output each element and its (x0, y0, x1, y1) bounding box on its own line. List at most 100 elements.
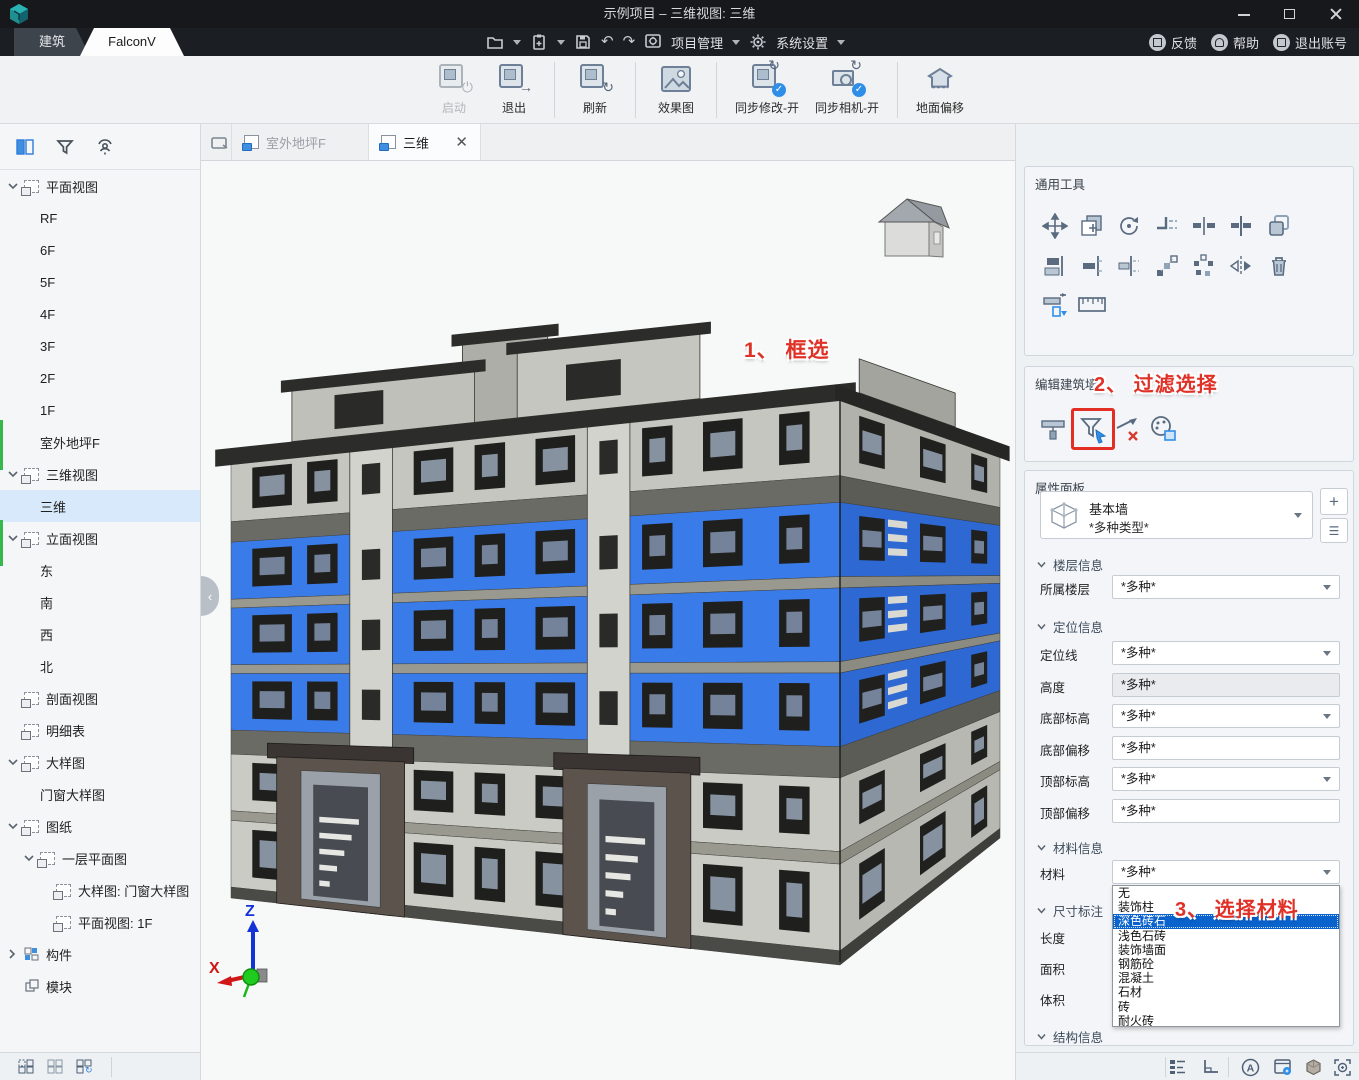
redo-icon[interactable]: ↷ (623, 33, 636, 51)
type-selector[interactable]: 基本墙 *多种类型* (1040, 491, 1313, 539)
array-linear-tool[interactable] (1152, 251, 1182, 281)
panel-toggle-icon[interactable] (12, 134, 38, 160)
feedback-button[interactable]: 反馈 (1149, 33, 1197, 52)
field-loc-line[interactable]: *多种* (1112, 641, 1340, 665)
render-image-button[interactable]: 效果图 (654, 62, 698, 116)
add-type-button[interactable]: + (1320, 488, 1348, 515)
section-material-info[interactable]: 材料信息 (1037, 838, 1103, 857)
tree-node-sections[interactable]: 剖面视图 (0, 682, 200, 714)
axis-corner-icon[interactable] (1199, 1056, 1221, 1078)
align-left-tool[interactable] (1040, 251, 1070, 281)
field-bottom-offset[interactable]: *多种* (1112, 736, 1340, 760)
tree-node-1f[interactable]: 1F (0, 394, 200, 426)
material-option[interactable]: 装饰墙面 (1113, 943, 1339, 957)
paste-dropdown-icon[interactable] (557, 40, 565, 45)
tree-node-detail-views[interactable]: 大样图 (0, 746, 200, 778)
copy-tool[interactable] (1077, 211, 1107, 241)
field-top-offset[interactable]: *多种* (1112, 799, 1340, 823)
view-tab-site-floor[interactable]: 室外地坪F (231, 124, 369, 160)
open-folder-dropdown-icon[interactable] (513, 40, 521, 45)
system-settings-label[interactable]: 系统设置 (776, 33, 828, 52)
layout-grid2-icon[interactable] (47, 1059, 64, 1074)
material-option[interactable]: 混凝土 (1113, 971, 1339, 985)
capture-view-icon[interactable] (209, 132, 231, 154)
tree-node-4f[interactable]: 4F (0, 298, 200, 330)
array-radial-tool[interactable] (1189, 251, 1219, 281)
tree-node-schedules[interactable]: 明细表 (0, 714, 200, 746)
section-structure-info[interactable]: 结构信息 (1037, 1027, 1103, 1046)
tree-node-modules[interactable]: 模块 (0, 970, 200, 1002)
material-option[interactable]: 浅色石砖 (1113, 929, 1339, 943)
ground-offset-button[interactable]: 地面偏移 (916, 62, 964, 116)
filter-icon[interactable] (52, 134, 78, 160)
mirror-tool[interactable] (1226, 251, 1256, 281)
section-location-info[interactable]: 定位信息 (1037, 617, 1103, 636)
view-tab-3d[interactable]: 三维 ✕ (369, 124, 481, 160)
close-tab-icon[interactable]: ✕ (455, 133, 468, 151)
trim-tool[interactable] (1152, 211, 1182, 241)
section-dimension-info[interactable]: 尺寸标注 (1037, 901, 1103, 920)
tree-node-sheets[interactable]: 图纸 (0, 810, 200, 842)
match-tool[interactable] (1264, 211, 1294, 241)
3d-canvas[interactable]: Z X 1、 框选 (201, 161, 1015, 1080)
deselect-tool[interactable] (1110, 411, 1146, 447)
measure-tool[interactable] (1077, 289, 1107, 319)
field-bottom-level[interactable]: *多种* (1112, 704, 1340, 728)
section-floor-info[interactable]: 楼层信息 (1037, 555, 1103, 574)
window-refresh-icon[interactable] (1272, 1056, 1294, 1078)
tree-node-first-floor-sheet[interactable]: 一层平面图 (0, 842, 200, 874)
sync-edit-button[interactable]: ↻✓ 同步修改-开 (735, 62, 799, 116)
open-folder-icon[interactable] (486, 33, 504, 51)
tree-node-plan-views[interactable]: 平面视图 (0, 170, 200, 202)
material-paint-tool[interactable] (1145, 411, 1181, 447)
tree-node-rf[interactable]: RF (0, 202, 200, 234)
minimize-button[interactable] (1221, 0, 1267, 28)
zoom-extent-icon[interactable] (1331, 1056, 1353, 1078)
tree-node-3d-views[interactable]: 三维视图 (0, 458, 200, 490)
tree-node-3f[interactable]: 3F (0, 330, 200, 362)
attach-wall-tool[interactable] (1035, 411, 1071, 447)
auto-mode-icon[interactable]: A (1239, 1056, 1261, 1078)
tab-architecture[interactable]: 建筑 (14, 28, 90, 56)
help-button[interactable]: 帮助 (1211, 33, 1259, 52)
tree-node-site-floor[interactable]: 室外地坪F (0, 426, 200, 458)
move-tool[interactable] (1040, 211, 1070, 241)
type-settings-button[interactable]: ☰ (1320, 518, 1348, 543)
paste-icon[interactable] (530, 33, 548, 51)
locate-icon[interactable] (92, 134, 118, 160)
system-settings-icon[interactable] (749, 33, 767, 51)
tree-node-5f[interactable]: 5F (0, 266, 200, 298)
tree-node-3d-selected[interactable]: 三维 (0, 490, 200, 522)
layout-grid-icon[interactable] (18, 1059, 35, 1074)
tree-node-west[interactable]: 西 (0, 618, 200, 650)
save-icon[interactable] (574, 33, 592, 51)
field-material[interactable]: *多种* (1112, 860, 1340, 884)
tree-node-north[interactable]: 北 (0, 650, 200, 682)
tree-node-elevations[interactable]: 立面视图 (0, 522, 200, 554)
undo-icon[interactable]: ↶ (601, 33, 614, 51)
rotate-tool[interactable] (1114, 211, 1144, 241)
maximize-button[interactable] (1267, 0, 1313, 28)
tree-node-sheet-detail[interactable]: 大样图: 门窗大样图 (0, 874, 200, 906)
delete-tool[interactable] (1264, 251, 1294, 281)
detail-list-icon[interactable] (1167, 1056, 1189, 1078)
split-tool[interactable] (1189, 211, 1219, 241)
tree-node-sheet-plan-1f[interactable]: 平面视图: 1F (0, 906, 200, 938)
align-center-tool[interactable] (1114, 251, 1144, 281)
layout-reset-icon[interactable]: ↻ (76, 1059, 93, 1074)
tree-node-components[interactable]: 构件 (0, 938, 200, 970)
material-option[interactable]: 砖 (1113, 1000, 1339, 1014)
refresh-button[interactable]: ↻ 刷新 (573, 62, 617, 116)
material-option[interactable]: 钢筋砼 (1113, 957, 1339, 971)
tab-falconv[interactable]: FalconV (80, 28, 184, 56)
field-floor[interactable]: *多种* (1112, 575, 1340, 599)
tree-node-2f[interactable]: 2F (0, 362, 200, 394)
exit-render-button[interactable]: → 退出 (492, 62, 536, 116)
cube-display-icon[interactable] (1302, 1056, 1324, 1078)
align-tool[interactable] (1226, 211, 1256, 241)
logout-button[interactable]: 退出账号 (1273, 33, 1347, 52)
project-manage-dropdown-icon[interactable] (732, 40, 740, 45)
field-top-level[interactable]: *多种* (1112, 767, 1340, 791)
tree-node-6f[interactable]: 6F (0, 234, 200, 266)
align-right-tool[interactable] (1077, 251, 1107, 281)
